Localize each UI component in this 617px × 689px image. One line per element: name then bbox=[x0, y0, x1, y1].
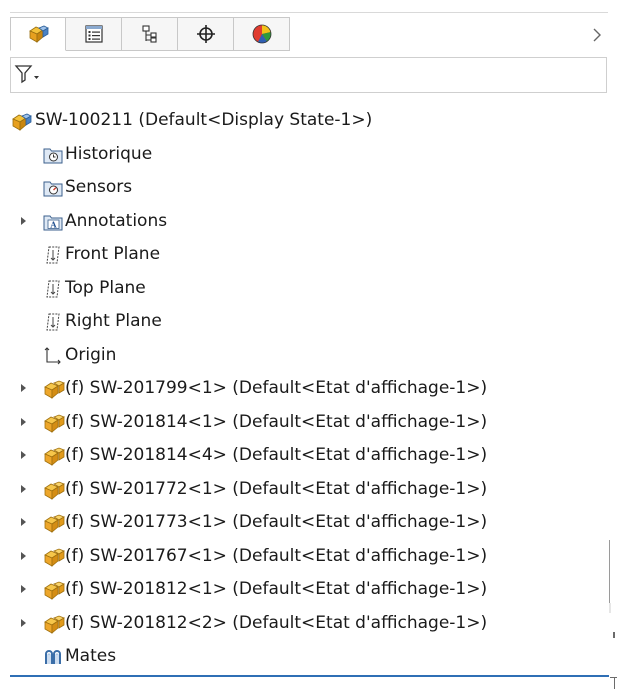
feature-manager-tab[interactable] bbox=[10, 17, 66, 51]
svg-text:A: A bbox=[49, 219, 57, 229]
configuration-icon bbox=[140, 24, 160, 44]
history-folder-icon bbox=[43, 145, 63, 165]
panel-top-border bbox=[10, 12, 608, 13]
panel-splitter-gap bbox=[609, 603, 611, 613]
panel-bottom-accent-line bbox=[10, 675, 609, 677]
panel-splitter[interactable] bbox=[609, 540, 610, 603]
fixed-subassembly-icon bbox=[43, 413, 65, 433]
splitter-handle-mark bbox=[613, 632, 615, 638]
fixed-subassembly-icon bbox=[43, 446, 65, 466]
appearance-sphere-icon bbox=[251, 23, 273, 45]
tree-item[interactable]: (f) SW-201812<1> (Default<Etat d'afficha… bbox=[0, 573, 612, 607]
plane-icon bbox=[43, 312, 63, 332]
tree-item[interactable]: A Annotations bbox=[0, 205, 612, 239]
panel-corner-edge-vertical bbox=[614, 677, 615, 689]
property-manager-tab[interactable] bbox=[66, 17, 122, 51]
fixed-subassembly-icon bbox=[43, 480, 65, 500]
tree-item-label: Origin bbox=[65, 344, 117, 365]
feature-manager-panel: SW-100211 (Default<Display State-1>) His… bbox=[0, 0, 617, 689]
origin-icon bbox=[43, 346, 63, 366]
tree-item-label: Top Plane bbox=[65, 277, 146, 298]
tree-item-label: Annotations bbox=[65, 210, 168, 231]
tree-item[interactable]: (f) SW-201814<1> (Default<Etat d'afficha… bbox=[0, 406, 612, 440]
tree-filter-bar bbox=[10, 57, 607, 93]
tree-item-label: Sensors bbox=[65, 177, 133, 197]
display-manager-tab[interactable] bbox=[234, 17, 290, 51]
crosshair-icon bbox=[196, 24, 216, 44]
fixed-subassembly-icon bbox=[43, 379, 65, 399]
tab-scroll-right-chevron-icon[interactable] bbox=[589, 25, 605, 45]
tree-item-label: (f) SW-201812<1> (Default<Etat d'afficha… bbox=[65, 579, 488, 599]
tree-item[interactable]: (f) SW-201773<1> (Default<Etat d'afficha… bbox=[0, 506, 612, 540]
expand-arrow-icon[interactable] bbox=[21, 518, 26, 526]
mates-icon bbox=[43, 647, 63, 667]
expand-arrow-icon[interactable] bbox=[21, 585, 26, 593]
assembly-icon bbox=[27, 23, 49, 45]
tree-item[interactable]: Right Plane bbox=[0, 305, 612, 339]
sensors-folder-icon bbox=[43, 178, 63, 198]
tree-item[interactable]: Historique bbox=[0, 138, 612, 172]
tree-item[interactable]: Sensors bbox=[0, 171, 612, 205]
manager-tab-bar bbox=[10, 17, 290, 51]
filter-button[interactable] bbox=[14, 64, 40, 88]
fixed-subassembly-icon bbox=[43, 614, 65, 634]
tree-item[interactable]: (f) SW-201767<1> (Default<Etat d'afficha… bbox=[0, 540, 612, 574]
tree-item[interactable]: Front Plane bbox=[0, 238, 612, 272]
expand-arrow-icon[interactable] bbox=[21, 384, 26, 392]
dimxpert-manager-tab[interactable] bbox=[178, 17, 234, 51]
tree-item[interactable]: (f) SW-201814<4> (Default<Etat d'afficha… bbox=[0, 439, 612, 473]
tree-item[interactable]: Origin bbox=[0, 339, 612, 373]
tree-item-label: (f) SW-201799<1> (Default<Etat d'afficha… bbox=[65, 378, 488, 398]
expand-arrow-icon[interactable] bbox=[21, 484, 26, 493]
configuration-manager-tab[interactable] bbox=[122, 17, 178, 51]
feature-tree: SW-100211 (Default<Display State-1>) His… bbox=[0, 104, 612, 674]
expand-arrow-icon[interactable] bbox=[21, 551, 26, 560]
tree-item-label: (f) SW-201812<2> (Default<Etat d'afficha… bbox=[65, 612, 488, 633]
fixed-subassembly-icon bbox=[43, 580, 65, 600]
tree-item[interactable]: (f) SW-201799<1> (Default<Etat d'afficha… bbox=[0, 372, 612, 406]
tree-item[interactable]: Mates bbox=[0, 640, 612, 674]
tree-root-label: SW-100211 (Default<Display State-1>) bbox=[35, 110, 373, 130]
tree-item[interactable]: (f) SW-201772<1> (Default<Etat d'afficha… bbox=[0, 473, 612, 507]
expand-arrow-icon[interactable] bbox=[21, 216, 26, 225]
tree-item-label: (f) SW-201773<1> (Default<Etat d'afficha… bbox=[65, 512, 488, 532]
expand-arrow-icon[interactable] bbox=[21, 451, 26, 459]
tree-item-label: Mates bbox=[65, 646, 117, 666]
tree-item-label: Front Plane bbox=[65, 244, 161, 264]
tree-item[interactable]: (f) SW-201812<2> (Default<Etat d'afficha… bbox=[0, 607, 612, 641]
tree-item-label: (f) SW-201772<1> (Default<Etat d'afficha… bbox=[65, 478, 488, 499]
tree-root-assembly[interactable]: SW-100211 (Default<Display State-1>) bbox=[0, 104, 612, 138]
filter-funnel-icon bbox=[14, 63, 40, 89]
fixed-subassembly-icon bbox=[43, 547, 65, 567]
tree-item-label: (f) SW-201814<4> (Default<Etat d'afficha… bbox=[65, 445, 488, 465]
tree-item-label: (f) SW-201814<1> (Default<Etat d'afficha… bbox=[65, 411, 488, 432]
annotations-folder-icon: A bbox=[43, 212, 63, 232]
expand-arrow-icon[interactable] bbox=[21, 417, 26, 426]
plane-icon bbox=[43, 279, 63, 299]
tree-item[interactable]: Top Plane bbox=[0, 272, 612, 306]
tree-item-label: Right Plane bbox=[65, 311, 162, 331]
tree-item-label: Historique bbox=[65, 143, 153, 164]
tree-item-label: (f) SW-201767<1> (Default<Etat d'afficha… bbox=[65, 545, 488, 566]
expand-arrow-icon[interactable] bbox=[21, 618, 26, 627]
assembly-icon bbox=[10, 111, 32, 131]
fixed-subassembly-icon bbox=[43, 513, 65, 533]
property-list-icon bbox=[84, 24, 104, 44]
plane-icon bbox=[43, 245, 63, 265]
